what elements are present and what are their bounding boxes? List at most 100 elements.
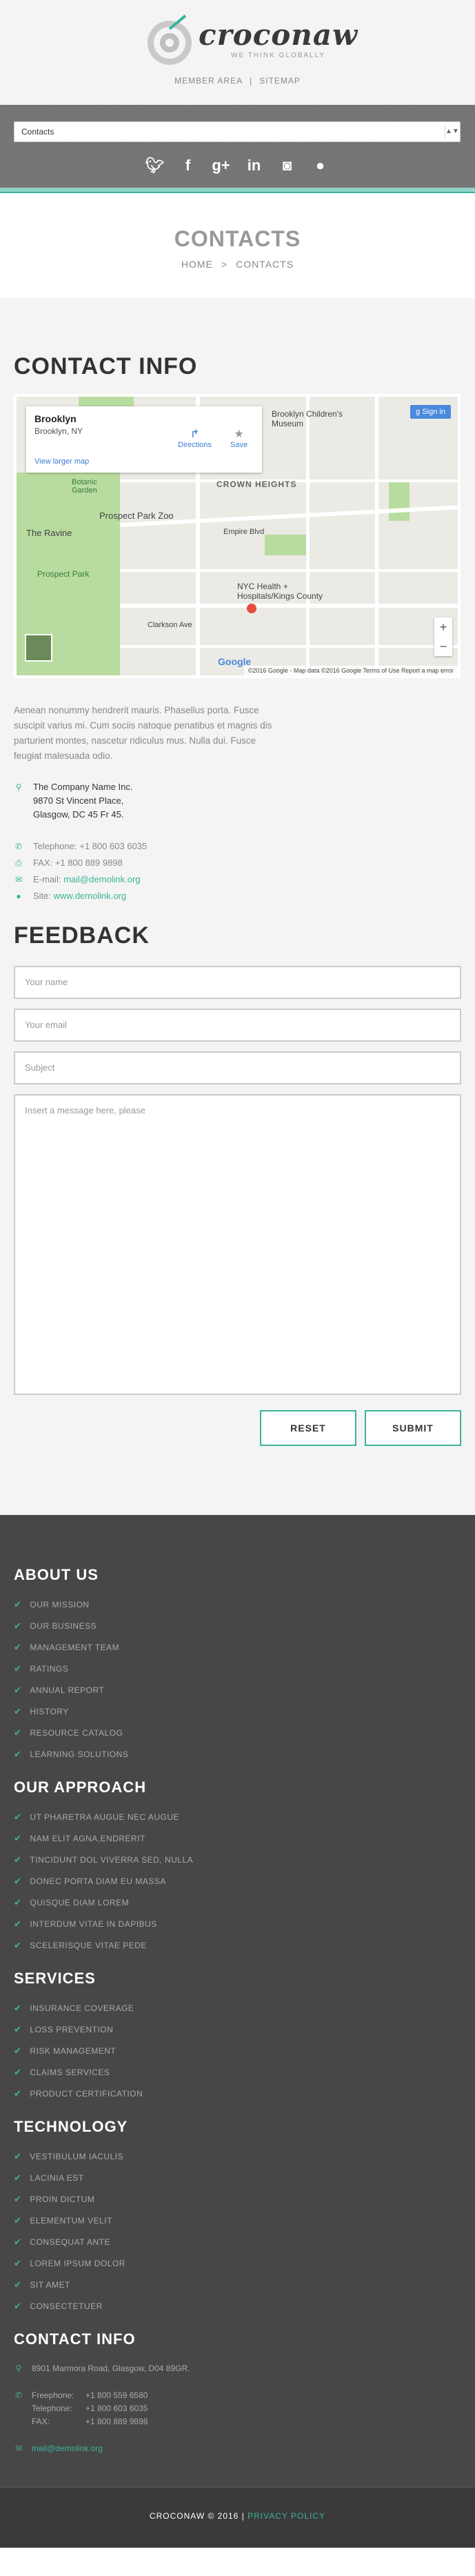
email-link[interactable]: mail@demolink.org xyxy=(63,874,140,884)
freephone-value[interactable]: +1 800 559 6580 xyxy=(85,2390,148,2400)
github-icon[interactable]: ● xyxy=(311,156,330,175)
check-icon: ✔ xyxy=(14,2088,22,2099)
check-icon: ✔ xyxy=(14,1620,22,1631)
footer-list-label: LOSS PREVENTION xyxy=(30,2024,114,2034)
sign-in-button[interactable]: g Sign in xyxy=(410,405,451,419)
footer-list-label: LACINIA EST xyxy=(30,2172,84,2183)
top-links: MEMBER AREA | SITEMAP xyxy=(0,76,475,86)
zoom-out-button[interactable]: − xyxy=(434,637,452,656)
footer-list-item[interactable]: ✔ HISTORY xyxy=(14,1701,461,1722)
logo-tagline: WE THINK GLOBALLY xyxy=(231,51,326,59)
footer-list-item[interactable]: ✔ TINCIDUNT DOL VIVERRA SED, NULLA xyxy=(14,1849,461,1870)
footer-list-item[interactable]: ✔ LACINIA EST xyxy=(14,2167,461,2188)
footer-contact: ⚲ 8901 Marmora Road, Glasgow, D04 89GR. ✆… xyxy=(14,2362,461,2455)
site-link[interactable]: www.demolink.org xyxy=(54,891,127,901)
footer-list-item[interactable]: ✔ VESTIBULUM IACULIS xyxy=(14,2146,461,2167)
page-title: CONTACTS xyxy=(174,226,301,251)
footer-list-item[interactable]: ✔ MANAGEMENT TEAM xyxy=(14,1636,461,1658)
footer-list-item[interactable]: ✔ RATINGS xyxy=(14,1658,461,1679)
street-view-thumbnail[interactable] xyxy=(25,634,52,662)
phone-icon: ✆ xyxy=(14,842,23,851)
footer-list-item[interactable]: ✔ INTERDUM VITAE IN DAPIBUS xyxy=(14,1913,461,1934)
save-label: Save xyxy=(230,441,248,449)
check-icon: ✔ xyxy=(14,1896,22,1908)
nav-select[interactable]: Contacts ▲▼ xyxy=(14,121,461,142)
instagram-icon[interactable]: ◙ xyxy=(278,156,297,175)
map-pin-icon[interactable] xyxy=(247,604,256,613)
save-button[interactable]: ★ Save xyxy=(230,427,247,449)
footer-list-item[interactable]: ✔ OUR MISSION xyxy=(14,1594,461,1615)
twitter-icon[interactable]: 🐦︎ xyxy=(145,156,165,175)
map-label: Prospect Park xyxy=(37,569,90,579)
footer-list-item[interactable]: ✔ CONSECTETUER xyxy=(14,2295,461,2317)
map-region: Brooklyn, NY xyxy=(34,426,83,436)
name-field[interactable]: Your name xyxy=(14,966,461,999)
footer-list-item[interactable]: ✔ LOSS PREVENTION xyxy=(14,2019,461,2040)
footer-list-item[interactable]: ✔ RISK MANAGEMENT xyxy=(14,2040,461,2061)
zoom-in-button[interactable]: + xyxy=(434,617,452,637)
footer-list-item[interactable]: ✔ ELEMENTUM VELIT xyxy=(14,2210,461,2231)
map-attribution: ©2016 Google - Map data ©2016 Google Ter… xyxy=(243,666,458,675)
footer-list-item[interactable]: ✔ NAM ELIT AGNA,ENDRERIT xyxy=(14,1827,461,1849)
footer-list-label: SCELERISQUE VITAE PEDE xyxy=(30,1940,147,1950)
map[interactable]: Brooklyn Children's Museum CROWN HEIGHTS… xyxy=(14,394,461,678)
page-title-bar: CONTACTS HOME > CONTACTS xyxy=(0,193,475,298)
footer-list-item[interactable]: ✔ RESOURCE CATALOG xyxy=(14,1722,461,1743)
freephone-label: Freephone: xyxy=(32,2390,74,2400)
privacy-policy-link[interactable]: PRIVACY POLICY xyxy=(247,2511,325,2521)
footer-list-item[interactable]: ✔ CONSEQUAT ANTE xyxy=(14,2231,461,2252)
footer-list-item[interactable]: ✔ INSURANCE COVERAGE xyxy=(14,1997,461,2019)
footer-list-item[interactable]: ✔ LEARNING SOLUTIONS xyxy=(14,1743,461,1765)
check-icon: ✔ xyxy=(14,1598,22,1609)
footer-list-label: INSURANCE COVERAGE xyxy=(30,2003,134,2013)
map-info-card: Brooklyn Brooklyn, NY ↱ Directions ★ Save … xyxy=(26,406,262,473)
footer-list-item[interactable]: ✔ QUISQUE DIAM LOREM xyxy=(14,1892,461,1913)
footer-list-item[interactable]: ✔ PROIN DICTUM xyxy=(14,2188,461,2210)
footer-list-item[interactable]: ✔ UT PHARETRA AUGUE NEC AUGUE xyxy=(14,1806,461,1827)
directions-label: Directions xyxy=(178,441,212,449)
member-area-link[interactable]: MEMBER AREA xyxy=(174,76,243,86)
map-label: Prospect Park Zoo xyxy=(99,511,174,521)
footer-list-item[interactable]: ✔ SCELERISQUE VITAE PEDE xyxy=(14,1934,461,1956)
breadcrumb-separator: > xyxy=(221,259,228,270)
telephone-value[interactable]: +1 800 603 6035 xyxy=(85,2404,148,2413)
breadcrumb-home[interactable]: HOME xyxy=(181,259,213,270)
check-icon: ✔ xyxy=(14,1939,22,1950)
email-field[interactable]: Your email xyxy=(14,1009,461,1042)
footer-list-item[interactable]: ✔ PRODUCT CERTIFICATION xyxy=(14,2083,461,2104)
technology-heading: TECHNOLOGY xyxy=(14,2118,128,2135)
message-field[interactable]: Insert a message here, please xyxy=(14,1094,461,1395)
logo[interactable]: croconaw WE THINK GLOBALLY xyxy=(148,14,358,65)
footer-list-item[interactable]: ✔ SIT AMET xyxy=(14,2274,461,2295)
linkedin-icon[interactable]: in xyxy=(245,156,264,175)
footer-list-item[interactable]: ✔ LOREM IPSUM DOLOR xyxy=(14,2252,461,2274)
envelope-icon: ✉ xyxy=(14,2444,23,2453)
sitemap-link[interactable]: SITEMAP xyxy=(259,76,301,86)
footer-list-item[interactable]: ✔ DONEC PORTA DIAM EU MASSA xyxy=(14,1870,461,1892)
footer-list-item[interactable]: ✔ ANNUAL REPORT xyxy=(14,1679,461,1701)
view-larger-map-link[interactable]: View larger map xyxy=(34,457,89,466)
subject-field[interactable]: Subject xyxy=(14,1051,461,1084)
footer-list-label: CONSEQUAT ANTE xyxy=(30,2237,110,2247)
google-plus-icon[interactable]: g+ xyxy=(212,156,231,175)
site-header: croconaw WE THINK GLOBALLY MEMBER AREA | S… xyxy=(0,0,475,105)
footer-list-label: INTERDUM VITAE IN DAPIBUS xyxy=(30,1919,157,1929)
check-icon: ✔ xyxy=(14,2150,22,2161)
nav-band xyxy=(0,105,475,188)
footer-email-link[interactable]: mail@demolink.org xyxy=(32,2442,103,2455)
footer-list-item[interactable]: ✔ CLAIMS SERVICES xyxy=(14,2061,461,2083)
check-icon: ✔ xyxy=(14,2066,22,2077)
directions-button[interactable]: ↱ Directions xyxy=(178,427,212,449)
feedback-form: Your name Your email Subject Insert a me… xyxy=(14,966,461,1446)
check-icon: ✔ xyxy=(14,1727,22,1738)
approach-list: ✔ UT PHARETRA AUGUE NEC AUGUE ✔ NAM ELIT AG… xyxy=(14,1806,461,1956)
telephone-value[interactable]: +1 800 603 6035 xyxy=(79,841,147,851)
reset-button[interactable]: RESET xyxy=(260,1410,356,1446)
footer-list-item[interactable]: ✔ OUR BUSINESS xyxy=(14,1615,461,1636)
submit-button[interactable]: SUBMIT xyxy=(365,1410,461,1446)
contact-info-heading: CONTACT INFO xyxy=(14,353,198,379)
check-icon: ✔ xyxy=(14,2002,22,2013)
directions-icon: ↱ xyxy=(190,428,200,440)
facebook-icon[interactable]: f xyxy=(179,156,198,175)
footer-list-label: LEARNING SOLUTIONS xyxy=(30,1749,129,1759)
